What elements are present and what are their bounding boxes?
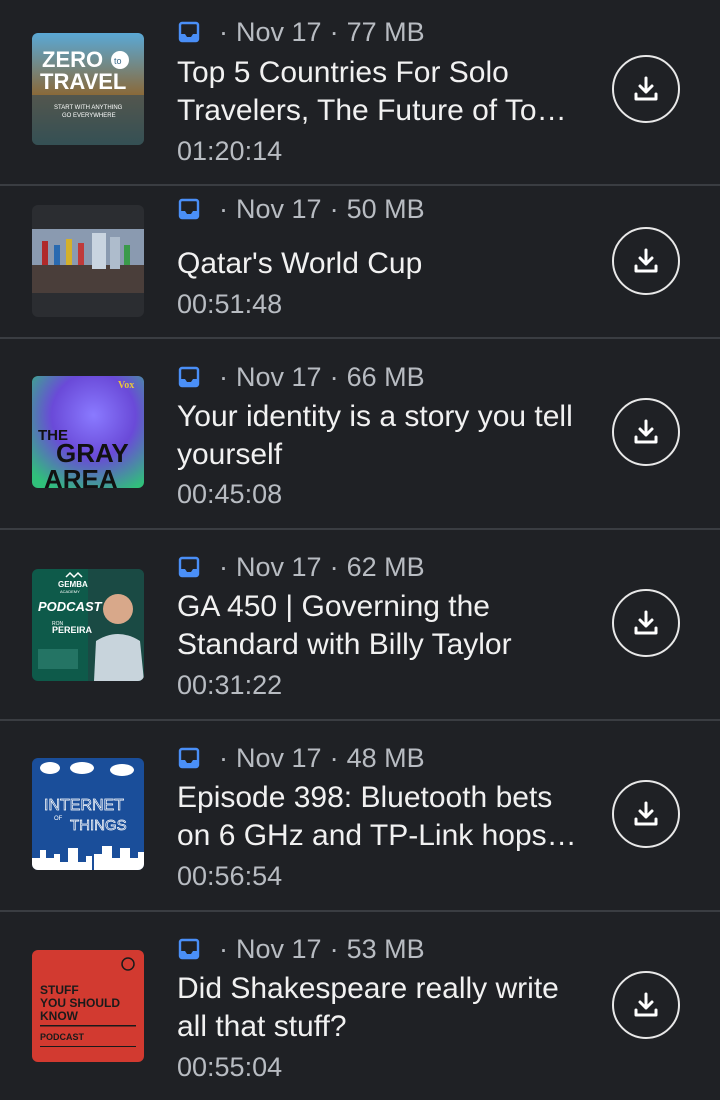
episode-row[interactable]: Vox THE GRAY AREA · Nov 17 · 66 MB Your … xyxy=(0,339,720,530)
svg-text:START WITH ANYTHING: START WITH ANYTHING xyxy=(54,105,123,111)
episode-meta: · Nov 17 · 53 MB xyxy=(177,934,425,964)
download-button[interactable] xyxy=(612,971,680,1039)
inbox-tray-icon xyxy=(177,197,201,221)
episode-size: 77 MB xyxy=(346,16,425,47)
episode-size: 48 MB xyxy=(346,742,425,773)
episode-date: Nov 17 xyxy=(236,361,322,392)
episode-size: 62 MB xyxy=(346,551,425,582)
episode-date: Nov 17 xyxy=(236,742,322,773)
the-gray-area-artwork: Vox THE GRAY AREA xyxy=(32,376,144,488)
svg-text:ACADEMY: ACADEMY xyxy=(60,589,80,594)
episode-size: 66 MB xyxy=(346,361,425,392)
episode-row[interactable]: GEMBA ACADEMY PODCAST RON PEREIRA · Nov … xyxy=(0,530,720,721)
svg-text:TRAVEL: TRAVEL xyxy=(40,69,126,94)
svg-text:KNOW: KNOW xyxy=(40,1009,79,1023)
episode-title[interactable]: Qatar's World Cup xyxy=(177,245,587,283)
episode-meta: · Nov 17 · 50 MB xyxy=(177,194,425,224)
episode-row[interactable]: ZERO to TRAVEL START WITH ANYTHING GO EV… xyxy=(0,0,720,186)
episode-duration: 00:51:48 xyxy=(177,289,283,319)
download-icon xyxy=(634,76,658,101)
svg-text:PODCAST: PODCAST xyxy=(38,599,103,614)
inbox-tray-icon xyxy=(177,555,201,579)
episode-date: Nov 17 xyxy=(236,933,322,964)
qatar-world-cup-artwork xyxy=(32,205,144,317)
episode-meta: · Nov 17 · 66 MB xyxy=(177,362,425,392)
episode-row[interactable]: STUFF YOU SHOULD KNOW PODCAST · Nov 17 ·… xyxy=(0,912,720,1100)
svg-text:GEMBA: GEMBA xyxy=(58,580,88,589)
episode-row[interactable]: INTERNET OF THINGS · Nov 17 · 48 MB Epis… xyxy=(0,721,720,912)
download-icon xyxy=(634,610,658,635)
meta-separator: · xyxy=(219,193,228,224)
download-icon xyxy=(634,992,658,1017)
inbox-tray-icon xyxy=(177,20,201,44)
download-button[interactable] xyxy=(612,227,680,295)
inbox-tray-icon xyxy=(177,746,201,770)
meta-separator: · xyxy=(329,193,339,224)
episode-duration: 00:55:04 xyxy=(177,1052,283,1082)
download-button[interactable] xyxy=(612,55,680,123)
svg-text:THINGS: THINGS xyxy=(70,817,127,834)
inbox-tray-icon xyxy=(177,365,201,389)
episode-title[interactable]: Episode 398: Bluetooth bets on 6 GHz and… xyxy=(177,779,587,855)
svg-text:PEREIRA: PEREIRA xyxy=(52,625,93,635)
svg-text:PODCAST: PODCAST xyxy=(40,1032,85,1042)
episode-row[interactable]: · Nov 17 · 50 MB Qatar's World Cup 00:51… xyxy=(0,186,720,339)
episode-duration: 00:45:08 xyxy=(177,479,283,509)
svg-text:to: to xyxy=(114,56,122,66)
episode-duration: 01:20:14 xyxy=(177,136,283,166)
meta-separator: · xyxy=(329,933,339,964)
svg-text:STUFF: STUFF xyxy=(40,983,79,997)
gemba-academy-podcast-artwork: GEMBA ACADEMY PODCAST RON PEREIRA xyxy=(32,569,144,681)
zero-to-travel-artwork: ZERO to TRAVEL START WITH ANYTHING GO EV… xyxy=(32,33,144,145)
episode-duration: 00:56:54 xyxy=(177,861,283,891)
episode-title[interactable]: Top 5 Countries For Solo Travelers, The … xyxy=(177,54,587,130)
meta-separator: · xyxy=(219,16,228,47)
episode-size: 53 MB xyxy=(346,933,425,964)
svg-text:INTERNET: INTERNET xyxy=(44,797,124,814)
episode-date: Nov 17 xyxy=(236,16,322,47)
download-icon xyxy=(634,801,658,826)
episode-date: Nov 17 xyxy=(236,551,322,582)
episode-date: Nov 17 xyxy=(236,193,322,224)
svg-text:GO EVERYWHERE: GO EVERYWHERE xyxy=(62,113,116,119)
episode-duration: 00:31:22 xyxy=(177,670,283,700)
inbox-tray-icon xyxy=(177,937,201,961)
episode-size: 50 MB xyxy=(346,193,425,224)
download-icon xyxy=(634,248,658,273)
episode-title[interactable]: Did Shakespeare really write all that st… xyxy=(177,970,587,1046)
meta-separator: · xyxy=(219,933,228,964)
meta-separator: · xyxy=(329,742,339,773)
meta-separator: · xyxy=(219,551,228,582)
download-icon xyxy=(634,419,658,444)
episode-meta: · Nov 17 · 48 MB xyxy=(177,743,425,773)
svg-text:OF: OF xyxy=(54,816,63,822)
meta-separator: · xyxy=(219,361,228,392)
internet-of-things-artwork: INTERNET OF THINGS xyxy=(32,758,144,870)
meta-separator: · xyxy=(329,361,339,392)
svg-text:Vox: Vox xyxy=(118,380,134,391)
download-button[interactable] xyxy=(612,780,680,848)
meta-separator: · xyxy=(219,742,228,773)
meta-separator: · xyxy=(329,16,339,47)
stuff-you-should-know-artwork: STUFF YOU SHOULD KNOW PODCAST xyxy=(32,950,144,1062)
episode-meta: · Nov 17 · 62 MB xyxy=(177,552,425,582)
episode-title[interactable]: GA 450 | Governing the Standard with Bil… xyxy=(177,588,587,664)
meta-separator: · xyxy=(329,551,339,582)
svg-text:YOU SHOULD: YOU SHOULD xyxy=(40,996,120,1010)
download-button[interactable] xyxy=(612,398,680,466)
episode-meta: · Nov 17 · 77 MB xyxy=(177,17,425,47)
episode-list: ZERO to TRAVEL START WITH ANYTHING GO EV… xyxy=(0,0,720,1100)
download-button[interactable] xyxy=(612,589,680,657)
episode-title[interactable]: Your identity is a story you tell yourse… xyxy=(177,398,587,474)
svg-text:AREA: AREA xyxy=(44,464,118,488)
